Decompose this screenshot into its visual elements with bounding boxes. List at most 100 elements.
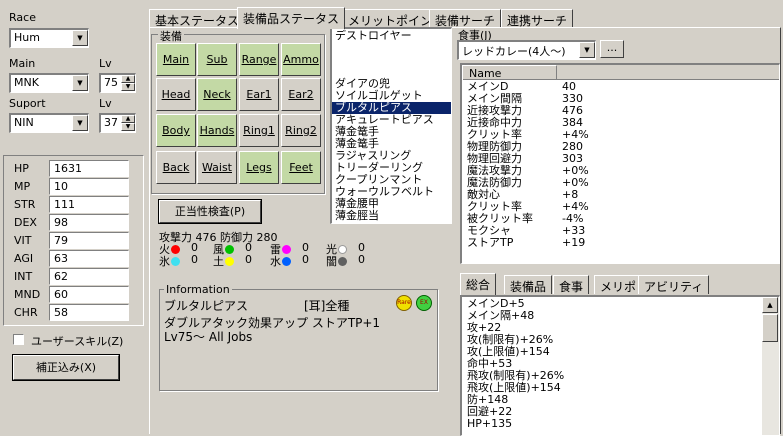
equip-group-label: 装備 <box>158 28 184 44</box>
ex-badge-icon: EX <box>416 295 432 311</box>
table-row[interactable]: 魔法防御力 +0% <box>462 177 779 189</box>
list-item[interactable] <box>332 54 451 66</box>
summary-line: メイン隔+48 <box>467 309 535 322</box>
status-table-body: メインD 40 メイン間隔 330 近接攻撃力 476 近接命中力 384 クリット率 +… <box>462 81 779 249</box>
slot-back[interactable]: Back <box>156 151 196 184</box>
main-job-label: Main <box>9 57 36 70</box>
slot-body[interactable]: Body <box>156 114 196 147</box>
element-name: 氷 <box>159 255 170 268</box>
tab-basic-status[interactable]: 基本ステータス <box>149 9 246 28</box>
user-skill-checkbox[interactable] <box>13 334 24 345</box>
element-earth: 土 <box>213 253 235 269</box>
slot-feet[interactable]: Feet <box>281 151 321 184</box>
equip-item-list[interactable]: デストロイヤー ダイアの兜 ソイルゴルゲット ブルタルピアス アキュレートピアス… <box>330 27 452 224</box>
slot-label: Feet <box>289 161 313 174</box>
spin-down-icon[interactable]: ▼ <box>121 123 135 131</box>
list-item[interactable]: デストロイヤー <box>332 30 451 42</box>
water-dot-icon <box>282 257 291 266</box>
row-value: +19 <box>562 236 586 249</box>
stat-name: MP <box>14 180 31 193</box>
element-earth-value: 0 <box>245 253 252 266</box>
column-header-name[interactable]: Name <box>462 65 557 80</box>
stat-value: 10 <box>49 178 129 195</box>
stat-value: 62 <box>49 268 129 285</box>
stat-value: 98 <box>49 214 129 231</box>
list-item[interactable]: 薄金脛当 <box>332 210 451 222</box>
main-job-select[interactable]: MNK ▼ <box>9 73 89 93</box>
stat-name: MND <box>14 288 41 301</box>
slot-ear2[interactable]: Ear2 <box>281 78 321 111</box>
stat-value: 111 <box>49 196 129 213</box>
tab-equip-status[interactable]: 装備品ステータス <box>237 7 346 29</box>
tab-ability[interactable]: アビリティ <box>638 275 710 294</box>
support-job-label: Suport <box>9 97 46 110</box>
food-select[interactable]: レッドカレー(4人〜) ▼ <box>457 40 596 60</box>
tab-combo-search[interactable]: 連携サーチ <box>501 9 574 28</box>
chevron-down-icon[interactable]: ▼ <box>579 42 595 58</box>
correction-button[interactable]: 補正込み(X) <box>13 355 119 380</box>
element-dark: 闇 <box>326 253 348 269</box>
earth-dot-icon <box>225 257 234 266</box>
slot-ear1[interactable]: Ear1 <box>239 78 279 111</box>
summary-text-box[interactable]: メインD+5 メイン隔+48 攻+22 攻(制限有)+26% 攻(上限値)+15… <box>460 295 780 436</box>
tab-food[interactable]: 食事 <box>553 275 590 294</box>
chevron-down-icon[interactable]: ▼ <box>72 115 88 131</box>
scroll-up-icon[interactable]: ▲ <box>762 297 778 313</box>
chevron-down-icon[interactable]: ▼ <box>72 30 88 46</box>
spin-down-icon[interactable]: ▼ <box>121 83 135 91</box>
slot-main[interactable]: Main <box>156 43 196 76</box>
stat-name: DEX <box>14 216 37 229</box>
slot-legs[interactable]: Legs <box>239 151 279 184</box>
element-water: 水 <box>270 253 292 269</box>
app-window: { "left": { "race_label": "Race", "race_… <box>0 0 783 436</box>
race-select[interactable]: Hum ▼ <box>9 28 89 48</box>
tab-equip-search[interactable]: 装備サーチ <box>429 9 502 28</box>
element-name: 闇 <box>326 255 337 268</box>
chevron-down-icon[interactable]: ▼ <box>72 75 88 91</box>
slot-label: Legs <box>246 161 272 174</box>
info-item-name: ブルタルピアス <box>164 299 249 313</box>
spin-up-icon[interactable]: ▲ <box>121 115 135 123</box>
slot-label: Ring2 <box>285 124 317 137</box>
slot-ring2[interactable]: Ring2 <box>281 114 321 147</box>
food-browse-button[interactable]: ... <box>600 40 624 58</box>
summary-scrollbar[interactable]: ▲ <box>762 297 779 435</box>
element-name: 水 <box>270 255 281 268</box>
slot-ring1[interactable]: Ring1 <box>239 114 279 147</box>
slot-label: Hands <box>199 124 235 137</box>
slot-ammo[interactable]: Ammo <box>281 43 321 76</box>
slot-label: Back <box>162 161 190 174</box>
element-ice: 氷 <box>159 253 181 269</box>
food-value: レッドカレー(4人〜) <box>462 45 566 58</box>
stat-name: HP <box>14 162 29 175</box>
slot-hands[interactable]: Hands <box>197 114 237 147</box>
support-job-select[interactable]: NIN ▼ <box>9 113 89 133</box>
slot-label: Sub <box>206 53 228 66</box>
slot-waist[interactable]: Waist <box>197 151 237 184</box>
support-lv-stepper[interactable]: 37 ▲ ▼ <box>99 113 136 133</box>
tab-summary[interactable]: 総合 <box>460 273 497 295</box>
list-item[interactable] <box>332 42 451 54</box>
tab-merit[interactable]: メリポ <box>594 275 643 294</box>
main-lv-stepper[interactable]: 75 ▲ ▼ <box>99 73 136 93</box>
scrollbar-thumb[interactable] <box>762 314 778 342</box>
support-lv-value: 37 <box>104 116 118 129</box>
slot-sub[interactable]: Sub <box>197 43 237 76</box>
slot-head[interactable]: Head <box>156 78 196 111</box>
info-group-label: Information <box>164 283 232 296</box>
slot-label: Ear1 <box>246 88 272 101</box>
spin-up-icon[interactable]: ▲ <box>121 75 135 83</box>
user-skill-label[interactable]: ユーザースキル(Z) <box>31 333 123 349</box>
table-row[interactable]: ストアTP +19 <box>462 237 779 249</box>
element-water-value: 0 <box>302 253 309 266</box>
slot-range[interactable]: Range <box>239 43 279 76</box>
slot-neck[interactable]: Neck <box>197 78 237 111</box>
slot-label: Range <box>241 53 277 66</box>
validity-check-button[interactable]: 正当性検査(P) <box>159 200 261 223</box>
tab-equipment[interactable]: 装備品 <box>504 275 553 294</box>
stat-name: INT <box>14 270 33 283</box>
element-dark-value: 0 <box>358 253 365 266</box>
race-label: Race <box>9 11 36 24</box>
stat-value: 58 <box>49 304 129 321</box>
status-table: Name メインD 40 メイン間隔 330 近接攻撃力 476 近接命中力 384 ク… <box>460 63 780 264</box>
